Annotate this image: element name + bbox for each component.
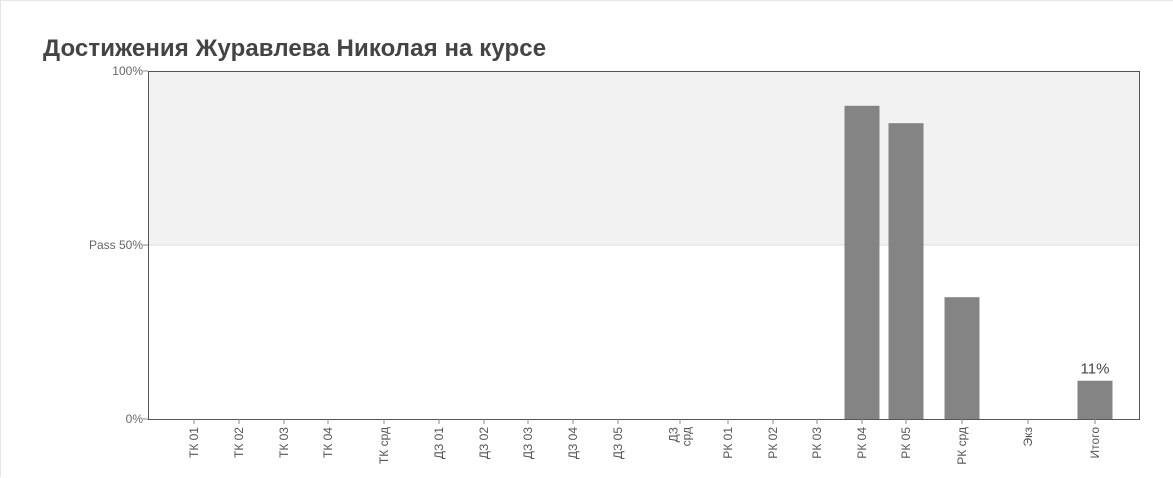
x-category-label: РК 02	[766, 427, 780, 459]
bar	[1077, 380, 1113, 419]
y-tick-label: 0%	[126, 412, 144, 426]
x-category-label: ДЗ 01	[432, 427, 446, 459]
x-category-label: ТК срд	[377, 427, 391, 464]
x-category-label: ДЗ 04	[566, 427, 580, 459]
x-category-label: ДЗ 03	[521, 427, 535, 459]
x-category-label: срд	[680, 427, 694, 446]
pass-zone	[148, 71, 1140, 245]
chart-panel: Достижения Журавлева Николая на курсе 0%…	[0, 0, 1173, 477]
x-category-label: ТК 01	[187, 427, 201, 458]
x-category-label: ДЗ 05	[611, 427, 625, 459]
x-category-label: ТК 04	[321, 427, 335, 458]
bar-chart: 0% Pass 50% 100% ТК 01 ТК 02 ТК 03 ТК 04 ТК срд…	[89, 64, 1140, 465]
bar	[944, 297, 980, 419]
x-category-label: ТК 03	[277, 427, 291, 458]
x-category-label: ДЗ	[667, 427, 681, 442]
y-tick-label: 100%	[112, 64, 143, 78]
x-category-label: Итого	[1088, 427, 1102, 459]
data-label: 11%	[1081, 361, 1110, 378]
x-category-label: Экз	[1021, 427, 1035, 447]
bar	[844, 105, 880, 420]
bar	[888, 123, 924, 419]
x-category-label: РК 01	[721, 427, 735, 459]
x-category-label: РК 04	[855, 427, 869, 459]
x-category-label: ТК 02	[232, 427, 246, 458]
x-category-label: РК 03	[810, 427, 824, 459]
x-category-label: РК 05	[899, 427, 913, 459]
y-tick-label: Pass 50%	[89, 238, 143, 252]
x-category-label: РК срд	[955, 427, 969, 465]
x-category-label: ДЗ 02	[477, 427, 491, 459]
